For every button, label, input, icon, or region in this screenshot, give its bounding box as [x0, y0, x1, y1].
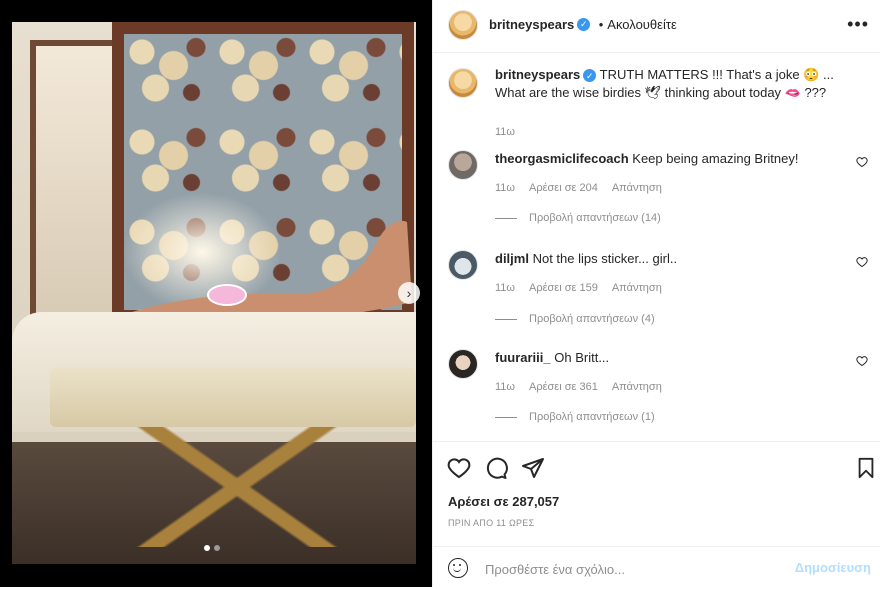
view-replies-label: Προβολή απαντήσεων (1): [529, 411, 655, 423]
comment-time[interactable]: 11ω: [495, 182, 515, 194]
avatar[interactable]: [448, 250, 478, 280]
heart-icon[interactable]: [856, 355, 868, 367]
mirror-shape: [30, 40, 122, 322]
emoji-icon[interactable]: [448, 558, 468, 578]
comment-time[interactable]: 11ω: [495, 381, 515, 393]
heart-icon[interactable]: [447, 456, 471, 480]
avatar[interactable]: [448, 349, 478, 379]
verified-icon: ✓: [583, 69, 597, 83]
chevron-right-icon[interactable]: ›: [398, 282, 420, 304]
comment-username[interactable]: diljml: [495, 251, 529, 266]
header-username[interactable]: britneyspears: [489, 17, 574, 32]
caption-time[interactable]: 11ω: [495, 126, 515, 138]
post-actions: Αρέσει σε 287,057 ΠΡΙΝ ΑΠΟ 11 ΩΡΕΣ Δημοσ…: [433, 441, 880, 588]
comment-likes[interactable]: Αρέσει σε 204: [529, 182, 598, 194]
likes-count[interactable]: Αρέσει σε 287,057: [448, 494, 559, 509]
avatar[interactable]: [448, 150, 478, 180]
view-replies-button[interactable]: Προβολή απαντήσεων (1): [495, 411, 655, 423]
view-replies-label: Προβολή απαντήσεων (14): [529, 212, 661, 224]
figure-shape: [132, 220, 412, 320]
comment-username[interactable]: fuurariii_: [495, 350, 551, 365]
bench-shape: [50, 367, 416, 427]
follow-separator: •: [598, 17, 604, 32]
comment-username[interactable]: theorgasmiclifecoach: [495, 151, 629, 166]
post-comment-button[interactable]: Δημοσίευση: [795, 560, 871, 575]
heart-icon[interactable]: [856, 256, 868, 268]
caption-username[interactable]: britneyspears: [495, 67, 580, 82]
comment-time[interactable]: 11ω: [495, 282, 515, 294]
carousel-dot: [204, 545, 210, 551]
comment-text: Keep being amazing Britney!: [632, 151, 799, 166]
comment-input[interactable]: [483, 557, 787, 581]
reply-button[interactable]: Απάντηση: [612, 381, 662, 393]
comments-list[interactable]: britneyspears ✓ TRUTH MATTERS !!! That's …: [433, 53, 880, 441]
comment-icon[interactable]: [484, 456, 508, 480]
bookmark-icon[interactable]: [855, 456, 877, 480]
lips-sticker: [207, 284, 247, 306]
verified-icon: ✓: [577, 18, 591, 32]
post-image[interactable]: [12, 22, 416, 564]
post-header: britneyspears ✓ • Ακολουθείτε •••: [433, 0, 880, 53]
view-replies-button[interactable]: Προβολή απαντήσεων (14): [495, 212, 661, 224]
post-panel: britneyspears ✓ • Ακολουθείτε ••• britneys…: [432, 0, 880, 587]
avatar[interactable]: [448, 68, 478, 98]
heart-icon[interactable]: [856, 156, 868, 168]
more-horizontal-icon[interactable]: •••: [847, 14, 869, 35]
comment-likes[interactable]: Αρέσει σε 159: [529, 282, 598, 294]
reply-button[interactable]: Απάντηση: [612, 282, 662, 294]
carousel-dot: [214, 545, 220, 551]
comment-likes[interactable]: Αρέσει σε 361: [529, 381, 598, 393]
avatar[interactable]: [448, 10, 478, 40]
carousel-dots: [204, 545, 220, 551]
view-replies-label: Προβολή απαντήσεων (4): [529, 313, 655, 325]
post-media: ›: [0, 0, 432, 587]
following-button[interactable]: Ακολουθείτε: [607, 17, 676, 32]
comment-composer: Δημοσίευση: [433, 546, 880, 589]
post-timestamp: ΠΡΙΝ ΑΠΟ 11 ΩΡΕΣ: [448, 518, 535, 528]
view-replies-button[interactable]: Προβολή απαντήσεων (4): [495, 313, 655, 325]
comment-text: Not the lips sticker... girl..: [532, 251, 678, 266]
comment-text: Oh Britt...: [554, 350, 610, 365]
send-icon[interactable]: [521, 456, 545, 480]
reply-button[interactable]: Απάντηση: [612, 182, 662, 194]
